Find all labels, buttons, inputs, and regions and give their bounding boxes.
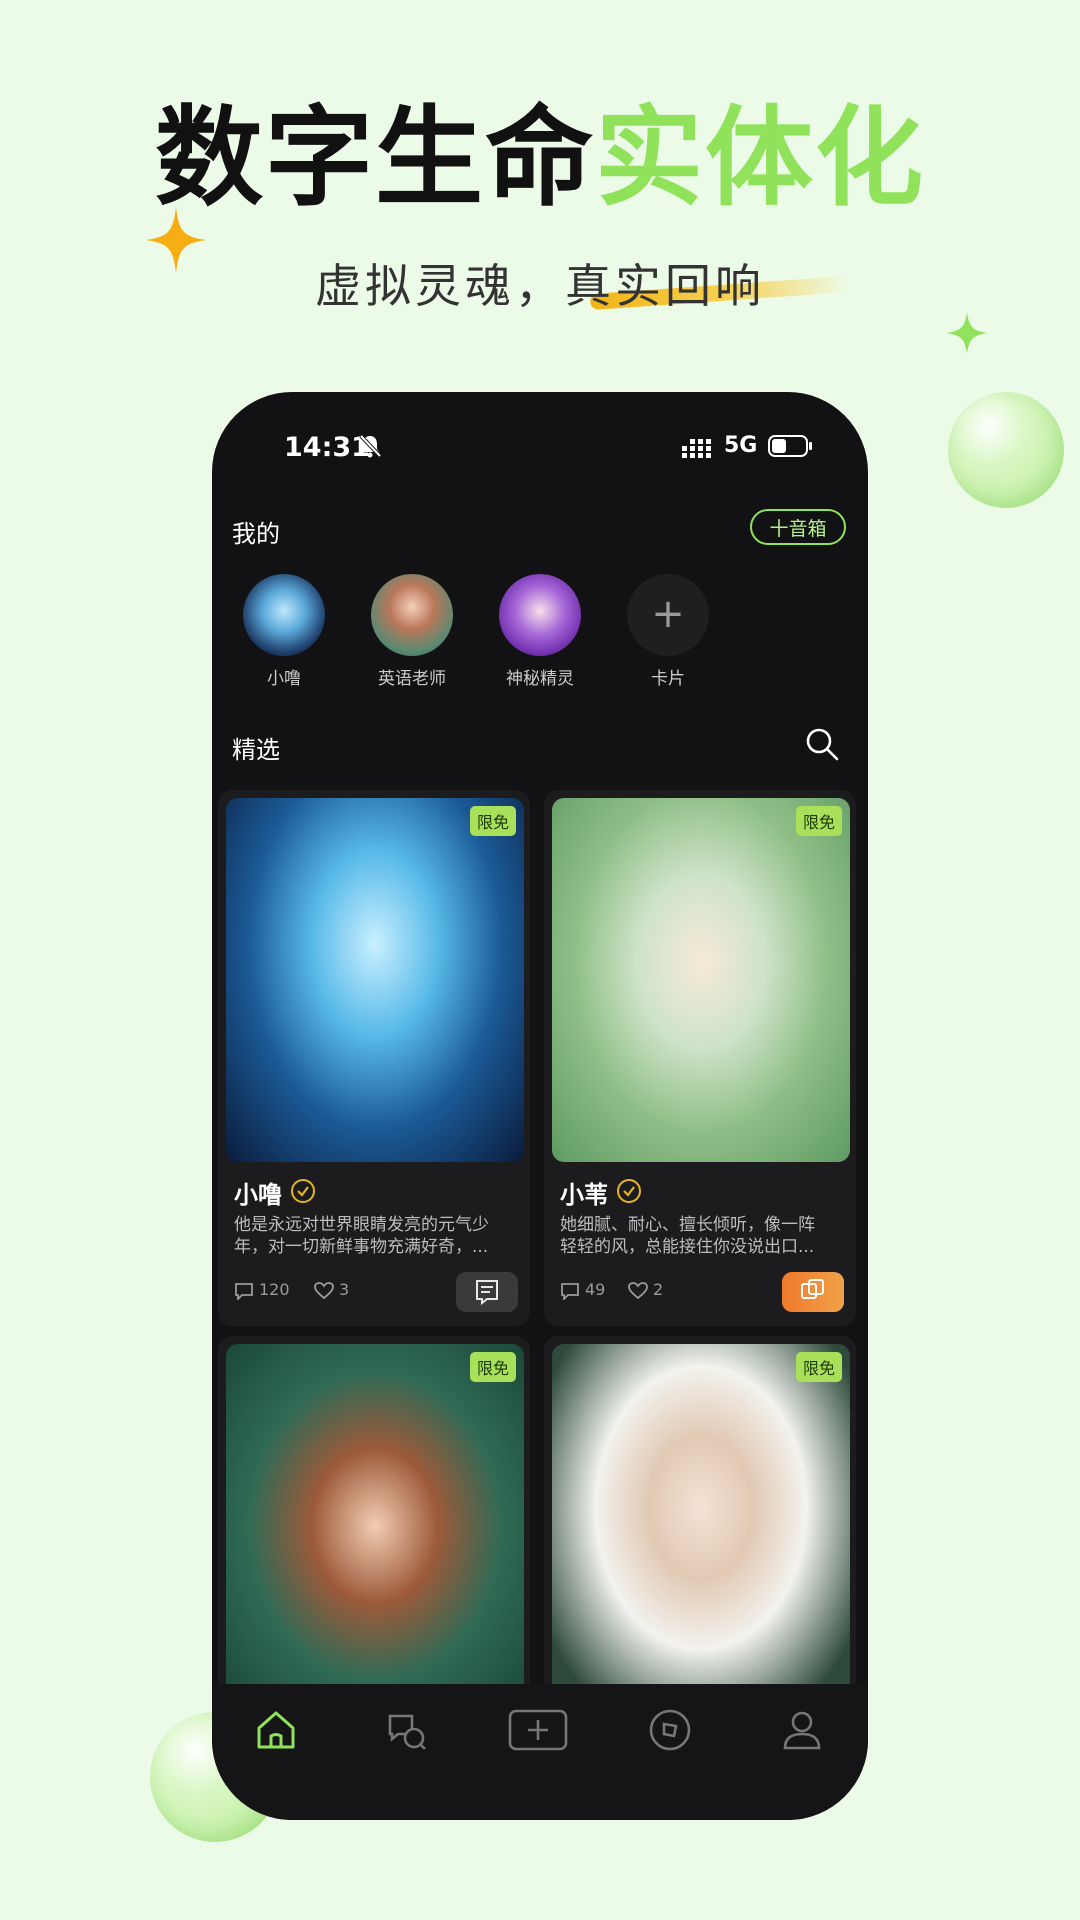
decor-bubble bbox=[948, 392, 1064, 508]
chat-button[interactable] bbox=[456, 1272, 518, 1312]
character-description: 她细腻、耐心、擅长倾听，像一阵 轻轻的风，总能接住你没说出口... bbox=[560, 1214, 844, 1258]
phone-frame: 14:31 5G 我的 十音箱 小噜 英语老师 神秘精灵 + 卡片 精选 限免 … bbox=[212, 392, 868, 1820]
add-card-label: 卡片 bbox=[651, 669, 685, 689]
headline-dark: 数字生命 bbox=[154, 96, 595, 221]
character-image: 限免 bbox=[226, 798, 524, 1162]
character-card[interactable]: 限免 bbox=[218, 1336, 530, 1716]
battery-icon bbox=[768, 435, 812, 457]
chat-icon[interactable] bbox=[384, 1708, 428, 1752]
avatar bbox=[371, 574, 453, 656]
avatar-item[interactable]: 小噜 bbox=[234, 574, 334, 689]
description-line: 他是永远对世界眼睛发亮的元气少 bbox=[234, 1215, 489, 1235]
avatar-item[interactable]: 神秘精灵 bbox=[490, 574, 590, 689]
comment-count: 120 bbox=[234, 1280, 290, 1301]
green-sparkle-icon bbox=[946, 312, 988, 354]
free-badge: 限免 bbox=[795, 1352, 842, 1382]
search-icon[interactable] bbox=[804, 726, 840, 762]
character-description: 他是永远对世界眼睛发亮的元气少 年，对一切新鲜事物充满好奇，... bbox=[234, 1214, 518, 1258]
home-icon[interactable] bbox=[254, 1708, 298, 1752]
network-type: 5G bbox=[724, 433, 758, 458]
add-card-item[interactable]: + 卡片 bbox=[618, 574, 718, 689]
comment-count-value: 49 bbox=[585, 1280, 606, 1299]
description-line: 年，对一切新鲜事物充满好奇，... bbox=[234, 1237, 489, 1257]
comment-icon bbox=[561, 1282, 579, 1301]
avatar-label: 小噜 bbox=[267, 669, 301, 689]
promo-headline: 数字生命实体化 bbox=[0, 105, 1080, 213]
bell-muted-icon bbox=[359, 434, 382, 458]
character-card[interactable]: 限免 小噜 他是永远对世界眼睛发亮的元气少 年，对一切新鲜事物充满好奇，... … bbox=[218, 790, 530, 1326]
my-section-title: 我的 bbox=[232, 520, 280, 548]
character-name: 小噜 bbox=[234, 1181, 282, 1209]
copy-icon bbox=[801, 1279, 824, 1299]
message-icon bbox=[476, 1280, 498, 1306]
headline-green: 实体化 bbox=[595, 96, 926, 221]
free-badge: 限免 bbox=[469, 806, 516, 836]
like-count-value: 2 bbox=[653, 1280, 664, 1299]
character-card[interactable]: 限免 bbox=[544, 1336, 856, 1716]
description-line: 轻轻的风，总能接住你没说出口... bbox=[560, 1237, 815, 1257]
character-image: 限免 bbox=[552, 798, 850, 1162]
copy-button[interactable] bbox=[782, 1272, 844, 1312]
like-count: 3 bbox=[314, 1280, 349, 1300]
status-bar: 14:31 5G bbox=[212, 392, 868, 472]
verified-icon bbox=[291, 1179, 315, 1203]
avatar-label: 神秘精灵 bbox=[506, 669, 574, 689]
character-image: 限免 bbox=[552, 1344, 850, 1708]
plus-icon: + bbox=[627, 574, 709, 656]
like-count: 2 bbox=[628, 1280, 663, 1300]
character-image: 限免 bbox=[226, 1344, 524, 1708]
like-count-value: 3 bbox=[339, 1280, 350, 1299]
discover-icon[interactable] bbox=[648, 1708, 692, 1752]
create-icon[interactable] bbox=[508, 1708, 568, 1752]
avatar-item[interactable]: 英语老师 bbox=[362, 574, 462, 689]
avatar bbox=[499, 574, 581, 656]
character-name: 小苇 bbox=[560, 1181, 608, 1209]
free-badge: 限免 bbox=[469, 1352, 516, 1382]
comment-count-value: 120 bbox=[259, 1280, 290, 1299]
featured-title: 精选 bbox=[232, 736, 280, 764]
verified-icon bbox=[617, 1179, 641, 1203]
comment-count: 49 bbox=[560, 1280, 606, 1301]
tab-bar bbox=[212, 1684, 868, 1820]
signal-icon bbox=[682, 439, 711, 458]
avatar-label: 英语老师 bbox=[378, 669, 446, 689]
profile-icon[interactable] bbox=[780, 1708, 824, 1752]
add-speaker-button[interactable]: 十音箱 bbox=[750, 509, 846, 545]
heart-icon bbox=[628, 1281, 648, 1299]
free-badge: 限免 bbox=[795, 806, 842, 836]
avatar bbox=[243, 574, 325, 656]
promo-subline: 虚拟灵魂，真实回响 bbox=[315, 259, 765, 313]
character-card[interactable]: 限免 小苇 她细腻、耐心、擅长倾听，像一阵 轻轻的风，总能接住你没说出口... … bbox=[544, 790, 856, 1326]
description-line: 她细腻、耐心、擅长倾听，像一阵 bbox=[560, 1215, 815, 1235]
heart-icon bbox=[314, 1281, 334, 1299]
comment-icon bbox=[235, 1282, 253, 1301]
